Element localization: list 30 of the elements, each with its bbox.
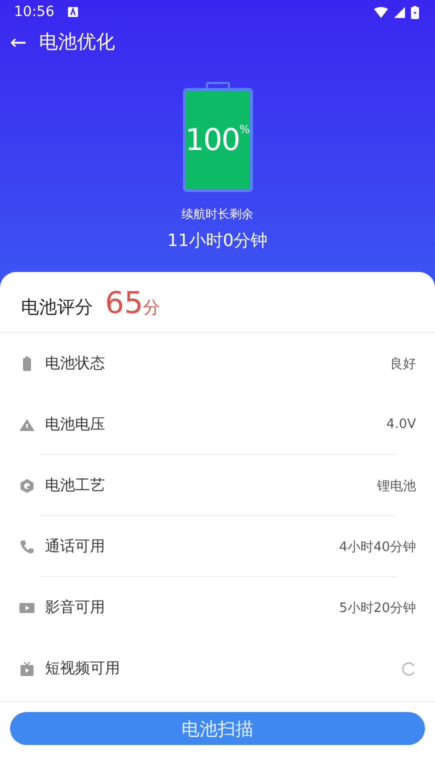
row-label: 电池状态 <box>45 354 105 373</box>
page-title: 电池优化 <box>38 30 115 55</box>
loading-spinner-icon <box>402 662 416 676</box>
tv-icon <box>19 660 35 676</box>
row-value: 4小时40分钟 <box>339 538 416 556</box>
row-label: 电池工艺 <box>45 476 105 495</box>
remaining-time: 11小时0分钟 <box>167 230 268 252</box>
back-button[interactable]: ← <box>6 30 31 54</box>
score-value: 65 <box>105 286 144 321</box>
wifi-icon <box>374 6 388 18</box>
notification-icon <box>68 7 78 17</box>
row-value: 锂电池 <box>377 478 416 494</box>
percent-sign: % <box>239 123 250 136</box>
row-label: 电池电压 <box>45 415 105 434</box>
row-label: 短视频可用 <box>45 659 120 678</box>
row-value: 4.0V <box>386 417 416 432</box>
row-value: 良好 <box>390 356 416 372</box>
signal-icon <box>394 6 405 18</box>
hexagon-icon <box>19 478 35 494</box>
battery-percent: 100 <box>185 123 240 158</box>
row-label: 通话可用 <box>45 537 105 556</box>
remaining-label: 续航时长剩余 <box>182 206 254 223</box>
score-unit: 分 <box>143 297 160 319</box>
triangle-icon <box>19 416 35 432</box>
phone-icon <box>19 538 35 554</box>
battery-status-icon <box>411 6 419 18</box>
row-label: 影音可用 <box>45 598 105 617</box>
row-value: 5小时20分钟 <box>339 600 416 616</box>
score-label: 电池评分 <box>21 296 93 319</box>
status-time: 10:56 <box>14 4 54 20</box>
